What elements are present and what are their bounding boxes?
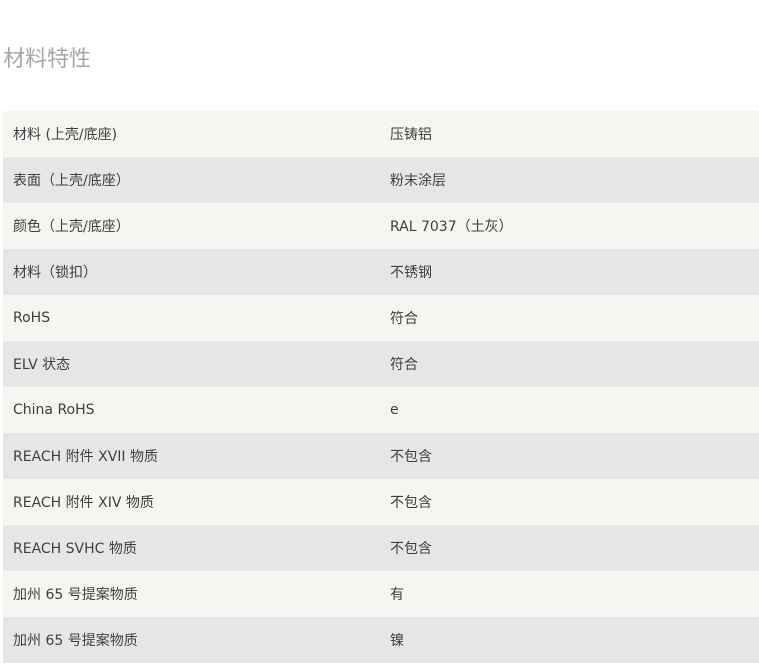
property-value: 符合 (390, 357, 418, 373)
property-label: RoHS (13, 310, 51, 326)
table-row: REACH 附件 XVII 物质 不包含 (3, 433, 759, 479)
table-row: 材料（锁扣） 不锈钢 (3, 249, 759, 295)
property-label: ELV 状态 (13, 357, 71, 373)
table-row: ELV 状态 符合 (3, 341, 759, 387)
property-label: REACH SVHC 物质 (13, 541, 137, 557)
property-value: 不锈钢 (390, 265, 432, 281)
table-row: China RoHS e (3, 387, 759, 433)
property-label: 颜色（上壳/底座） (13, 219, 130, 235)
property-label: 加州 65 号提案物质 (13, 633, 138, 649)
table-row: 加州 65 号提案物质 镍 (3, 617, 759, 663)
table-row: 表面（上壳/底座） 粉末涂层 (3, 157, 759, 203)
property-value: 不包含 (390, 449, 432, 465)
property-value: e (390, 402, 399, 418)
property-label: 表面（上壳/底座） (13, 173, 130, 189)
property-label: 材料 (上壳/底座) (13, 127, 118, 143)
table-row: REACH 附件 XIV 物质 不包含 (3, 479, 759, 525)
property-value: 不包含 (390, 541, 432, 557)
section-title: 材料特性 (3, 47, 92, 72)
table-row: 颜色（上壳/底座） RAL 7037（土灰） (3, 203, 759, 249)
property-value: 符合 (390, 311, 418, 327)
table-row: RoHS 符合 (3, 295, 759, 341)
table-row: 材料 (上壳/底座) 压铸铝 (3, 111, 759, 157)
material-properties-table: 材料 (上壳/底座) 压铸铝 表面（上壳/底座） 粉末涂层 颜色（上壳/底座） … (3, 111, 759, 663)
property-value: 不包含 (390, 495, 432, 511)
property-value: 压铸铝 (390, 127, 432, 143)
property-value: 有 (390, 587, 404, 603)
property-label: 材料（锁扣） (13, 265, 97, 281)
table-row: REACH SVHC 物质 不包含 (3, 525, 759, 571)
property-label: REACH 附件 XVII 物质 (13, 449, 158, 465)
table-row: 加州 65 号提案物质 有 (3, 571, 759, 617)
property-value: RAL 7037（土灰） (390, 219, 513, 235)
property-value: 粉末涂层 (390, 173, 446, 189)
property-label: 加州 65 号提案物质 (13, 587, 138, 603)
property-value: 镍 (390, 633, 404, 649)
property-label: China RoHS (13, 402, 95, 418)
property-label: REACH 附件 XIV 物质 (13, 495, 154, 511)
